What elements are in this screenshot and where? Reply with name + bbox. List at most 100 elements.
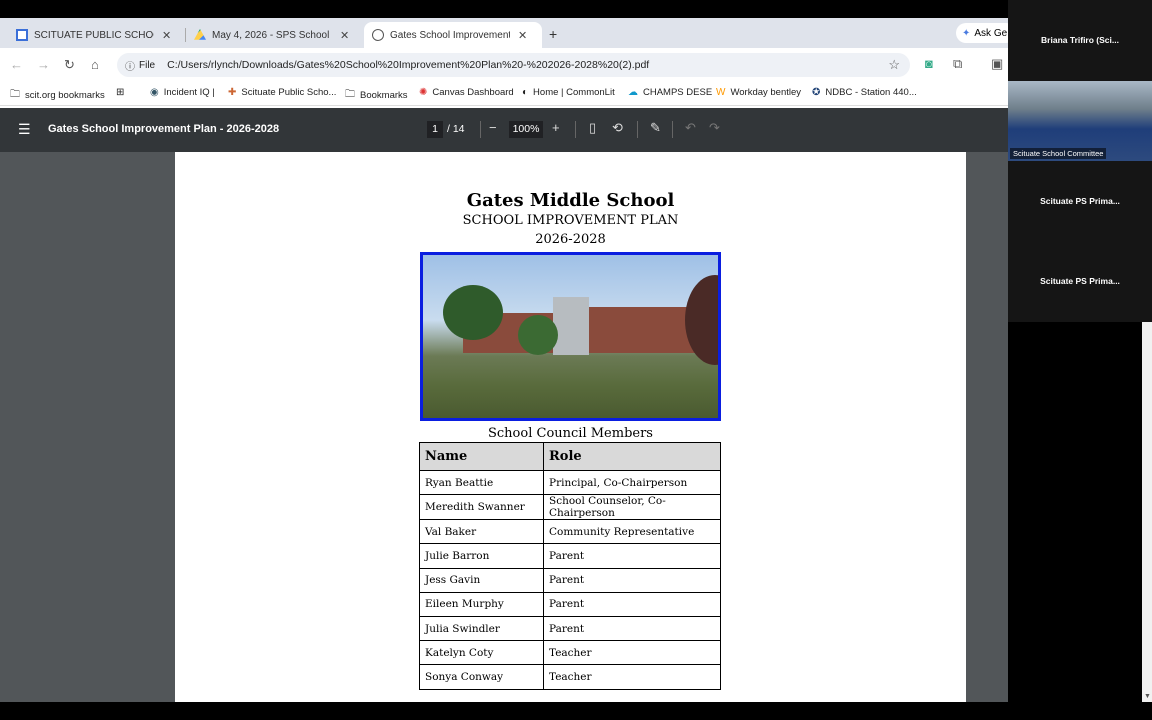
bookmark-ndbc[interactable]: ✪ NDBC - Station 440... <box>812 87 917 98</box>
tab-sps-school-committee[interactable]: May 4, 2026 - SPS School Com ✕ <box>186 22 357 48</box>
home-icon[interactable]: ⌂ <box>91 57 99 72</box>
member-name: Eileen Murphy <box>419 591 544 617</box>
bookmark-scituate-public-schools[interactable]: ✚ Scituate Public Scho... <box>228 87 336 98</box>
bookmark-workday[interactable]: W Workday bentley <box>716 87 801 98</box>
tab-label: Gates School Improvement Pla <box>390 29 510 41</box>
apps-grid[interactable]: ⊞ <box>116 87 129 98</box>
bookmark-champs-dese[interactable]: ☁ CHAMPS DESE <box>628 87 712 98</box>
fit-page-icon[interactable]: ▯ <box>589 120 596 136</box>
bookmark-folder[interactable]: 🗀 Bookmarks <box>345 87 408 104</box>
new-tab-icon[interactable]: + <box>549 26 557 42</box>
close-icon[interactable]: ✕ <box>518 29 527 42</box>
participant-name: Scituate PS Prima... <box>1040 196 1120 206</box>
toolbar-divider <box>480 121 481 138</box>
reload-icon[interactable]: ↻ <box>64 57 75 73</box>
calendar-icon <box>16 29 28 41</box>
member-name: Sonya Conway <box>419 664 544 690</box>
ask-gemini-button[interactable]: ✦ Ask Ge <box>956 23 1008 43</box>
bookmark-commonlit[interactable]: ◐ Home | CommonLit <box>522 87 615 98</box>
screen-background <box>1008 322 1142 702</box>
bookmark-label: Incident IQ | <box>163 87 215 98</box>
building-tower <box>553 297 589 355</box>
table-row: Julie Barron Parent <box>419 543 721 569</box>
commonlit-icon: ◐ <box>522 87 529 98</box>
toolbar-divider <box>672 121 673 138</box>
extension-icon[interactable]: ◙ <box>925 56 933 71</box>
bookmark-canvas[interactable]: ✺ Canvas Dashboard <box>419 87 514 98</box>
table-header-row: Name Role <box>419 442 721 471</box>
member-name: Jess Gavin <box>419 567 544 593</box>
school-icon: ✚ <box>228 87 237 98</box>
table-row: Val Baker Community Representative <box>419 519 721 545</box>
tab-gates-improvement-plan[interactable]: Gates School Improvement Pla ✕ <box>364 22 542 48</box>
bookmark-label: Workday bentley <box>730 87 802 98</box>
annotate-icon[interactable]: ✎ <box>650 120 661 136</box>
member-role: Parent <box>543 543 721 569</box>
tab-scituate-public-schools[interactable]: SCITUATE PUBLIC SCHOOLS - G ✕ <box>8 22 179 48</box>
tab-strip: SCITUATE PUBLIC SCHOOLS - G ✕ May 4, 202… <box>0 18 1008 48</box>
member-role: Teacher <box>543 664 721 690</box>
member-role: Principal, Co-Chairperson <box>543 469 721 496</box>
bookmark-label: NDBC - Station 440... <box>825 87 917 98</box>
scroll-down-icon[interactable]: ▼ <box>1144 693 1151 700</box>
bookmark-label: Home | CommonLit <box>533 87 615 98</box>
participant-tile[interactable]: Briana Trifiro (Sci... <box>1008 0 1152 80</box>
pdf-viewer[interactable]: Gates Middle School SCHOOL IMPROVEMENT P… <box>0 152 1008 702</box>
participant-tile[interactable]: Scituate PS Prima... <box>1008 241 1152 321</box>
participant-video-tile[interactable]: Scituate School Committee <box>1008 81 1152 161</box>
table-row: Eileen Murphy Parent <box>419 591 721 617</box>
pdf-title: Gates School Improvement Plan - 2026-202… <box>48 123 280 135</box>
participant-name: Scituate PS Prima... <box>1040 276 1120 286</box>
scheme-label: File <box>139 59 156 71</box>
folder-icon: 🗀 <box>10 89 20 100</box>
zoom-in-icon[interactable]: + <box>552 120 560 135</box>
globe-icon <box>372 29 384 41</box>
bookmark-label: Bookmarks <box>360 90 408 101</box>
sparkle-icon: ✦ <box>962 27 971 39</box>
bookmark-star-icon[interactable]: ☆ <box>888 57 900 73</box>
sidepanel-icon[interactable]: ▣ <box>991 56 1003 72</box>
table-row: Sonya Conway Teacher <box>419 664 721 690</box>
toolbar-divider <box>575 121 576 138</box>
bookmark-label: Scituate Public Scho... <box>241 87 337 98</box>
noaa-icon: ✪ <box>812 87 821 98</box>
scrollbar[interactable]: ▼ <box>1142 322 1152 702</box>
address-bar[interactable]: ⓘ File C:/Users/rlynch/Downloads/Gates%2… <box>117 53 910 77</box>
page-number-input[interactable]: 1 <box>427 121 443 138</box>
incident-iq-icon: ◉ <box>150 87 159 98</box>
council-members-table: Name Role Ryan Beattie Principal, Co-Chai… <box>419 442 721 690</box>
plan-title: SCHOOL IMPROVEMENT PLAN <box>462 213 679 228</box>
navigation-bar: ← → ↻ ⌂ ⓘ File C:/Users/rlynch/Downloads… <box>0 48 1008 82</box>
building-wing-right <box>589 307 699 353</box>
table-row: Meredith Swanner School Counselor, Co-Cha… <box>419 494 721 521</box>
member-role: Parent <box>543 591 721 617</box>
close-icon[interactable]: ✕ <box>162 29 171 42</box>
member-name: Ryan Beattie <box>419 469 544 496</box>
member-name: Julia Swindler <box>419 615 544 642</box>
tab-label: SCITUATE PUBLIC SCHOOLS - G <box>34 29 154 41</box>
rotate-icon[interactable]: ⟲ <box>612 120 623 136</box>
hamburger-menu-icon[interactable]: ☰ <box>18 121 31 138</box>
bookmark-incident-iq[interactable]: ◉ Incident IQ | <box>150 87 215 98</box>
url-text[interactable]: C:/Users/rlynch/Downloads/Gates%20School… <box>167 59 867 71</box>
table-caption: School Council Members <box>488 426 653 441</box>
redo-icon[interactable]: ↷ <box>709 120 720 136</box>
undo-icon[interactable]: ↶ <box>685 120 696 136</box>
forward-icon[interactable]: → <box>37 57 50 72</box>
member-name: Val Baker <box>419 519 544 545</box>
toolbar-divider <box>637 121 638 138</box>
pdf-toolbar: ☰ Gates School Improvement Plan - 2026-2… <box>0 108 1008 152</box>
bookmark-label: Canvas Dashboard <box>432 87 514 98</box>
close-icon[interactable]: ✕ <box>340 29 349 42</box>
back-icon[interactable]: ← <box>10 57 23 72</box>
member-name: Katelyn Coty <box>419 640 544 666</box>
column-header-name: Name <box>419 442 544 471</box>
puzzle-icon[interactable]: ⧉ <box>953 56 962 72</box>
bookmark-scit-org[interactable]: 🗀 scit.org bookmarks <box>10 87 105 104</box>
info-icon[interactable]: ⓘ <box>125 58 135 73</box>
participant-tile[interactable]: Scituate PS Prima... <box>1008 161 1152 241</box>
zoom-input[interactable]: 100% <box>509 121 543 138</box>
member-role: Parent <box>543 615 721 642</box>
browser-window: SCITUATE PUBLIC SCHOOLS - G ✕ May 4, 202… <box>0 18 1008 702</box>
zoom-out-icon[interactable]: − <box>489 120 497 135</box>
